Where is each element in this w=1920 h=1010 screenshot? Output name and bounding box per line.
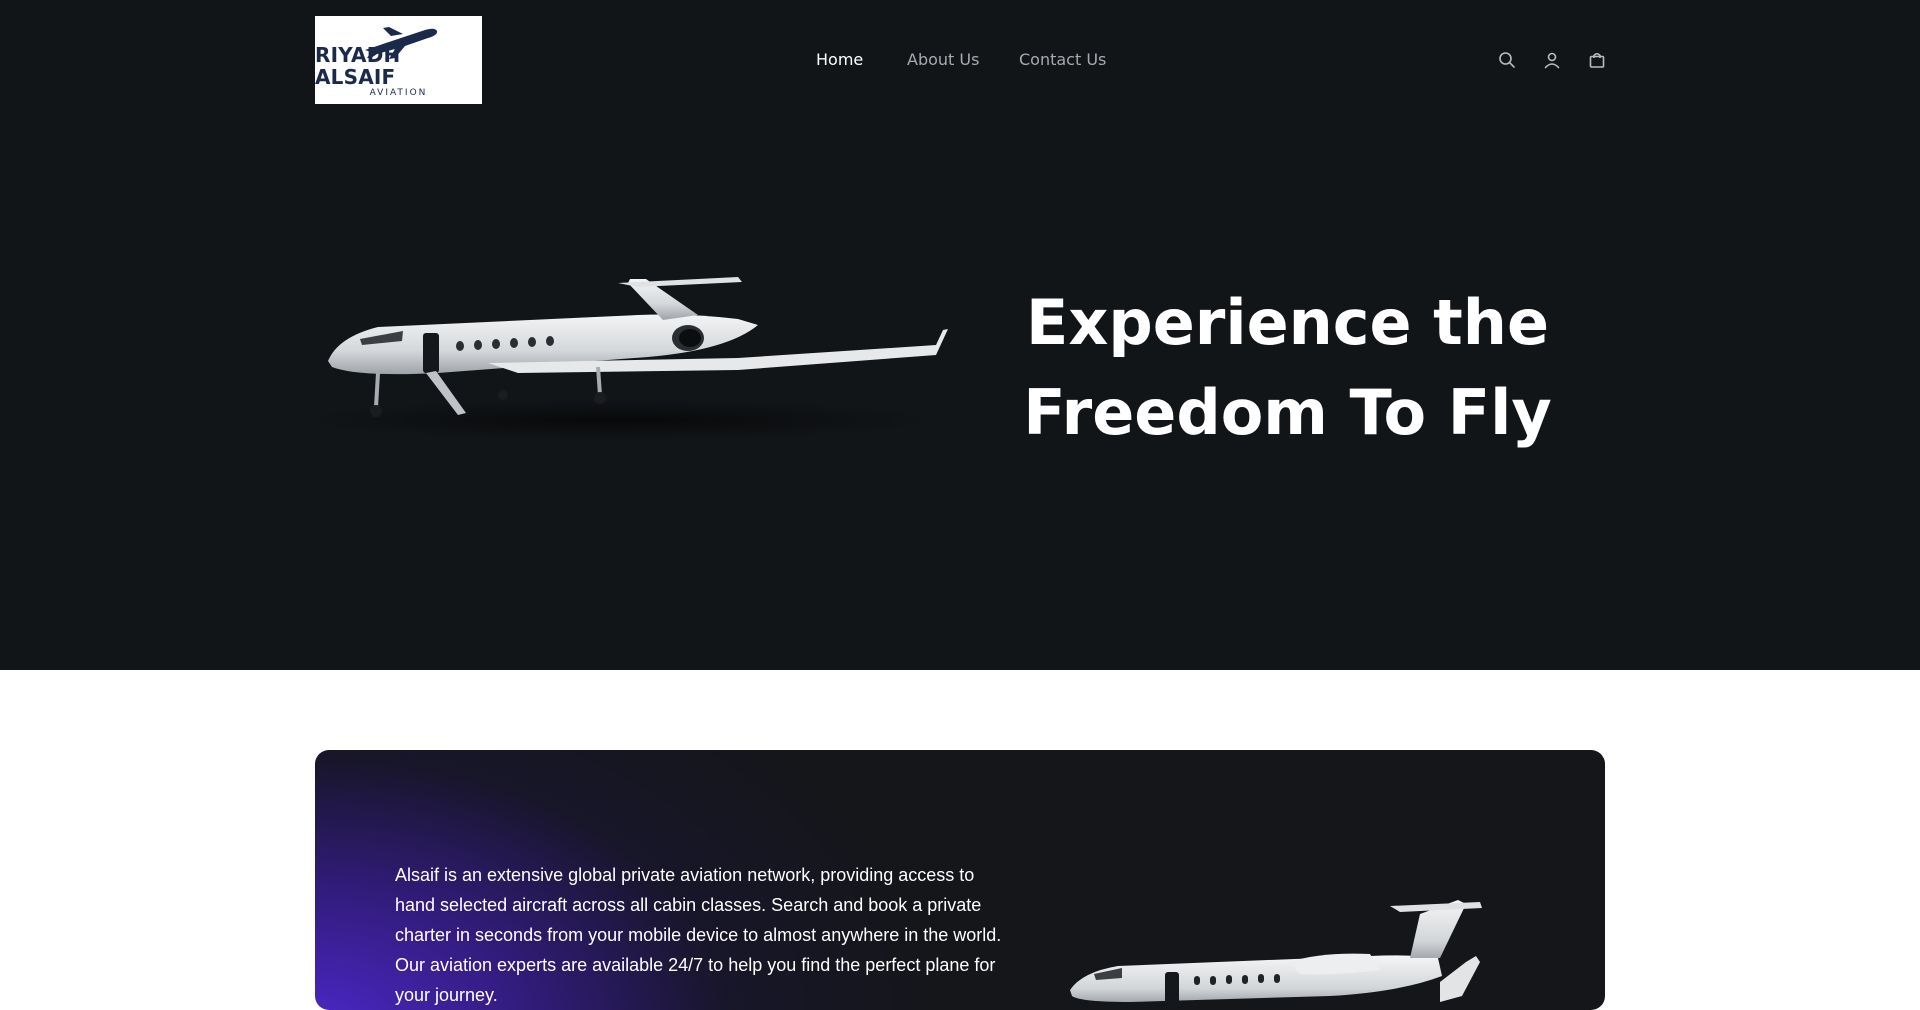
site-header: RIYADH ALSAIF AVIATION Home About Us Con…: [0, 0, 1920, 120]
brand-tagline: AVIATION: [369, 88, 428, 98]
hero-title-line-2: Freedom To Fly: [1023, 376, 1552, 449]
hero-title-line-1: Experience the: [1025, 286, 1549, 359]
hero-jet-image: [318, 277, 948, 440]
main-nav: Home About Us Contact Us: [0, 50, 1920, 70]
cart-icon[interactable]: [1587, 50, 1607, 70]
about-jet-image: [1070, 900, 1482, 1008]
about-text: Alsaif is an extensive global private av…: [395, 865, 1002, 1005]
search-icon[interactable]: [1497, 50, 1517, 70]
nav-home-link[interactable]: Home: [816, 50, 863, 69]
nav-about-link[interactable]: About Us: [907, 50, 979, 69]
hero-section: RIYADH ALSAIF AVIATION Home About Us Con…: [0, 0, 1920, 670]
account-icon[interactable]: [1542, 50, 1562, 70]
hero-title: Experience the Freedom To Fly: [1000, 278, 1575, 458]
about-card: Alsaif is an extensive global private av…: [315, 750, 1605, 1010]
nav-contact-link[interactable]: Contact Us: [1019, 50, 1106, 69]
